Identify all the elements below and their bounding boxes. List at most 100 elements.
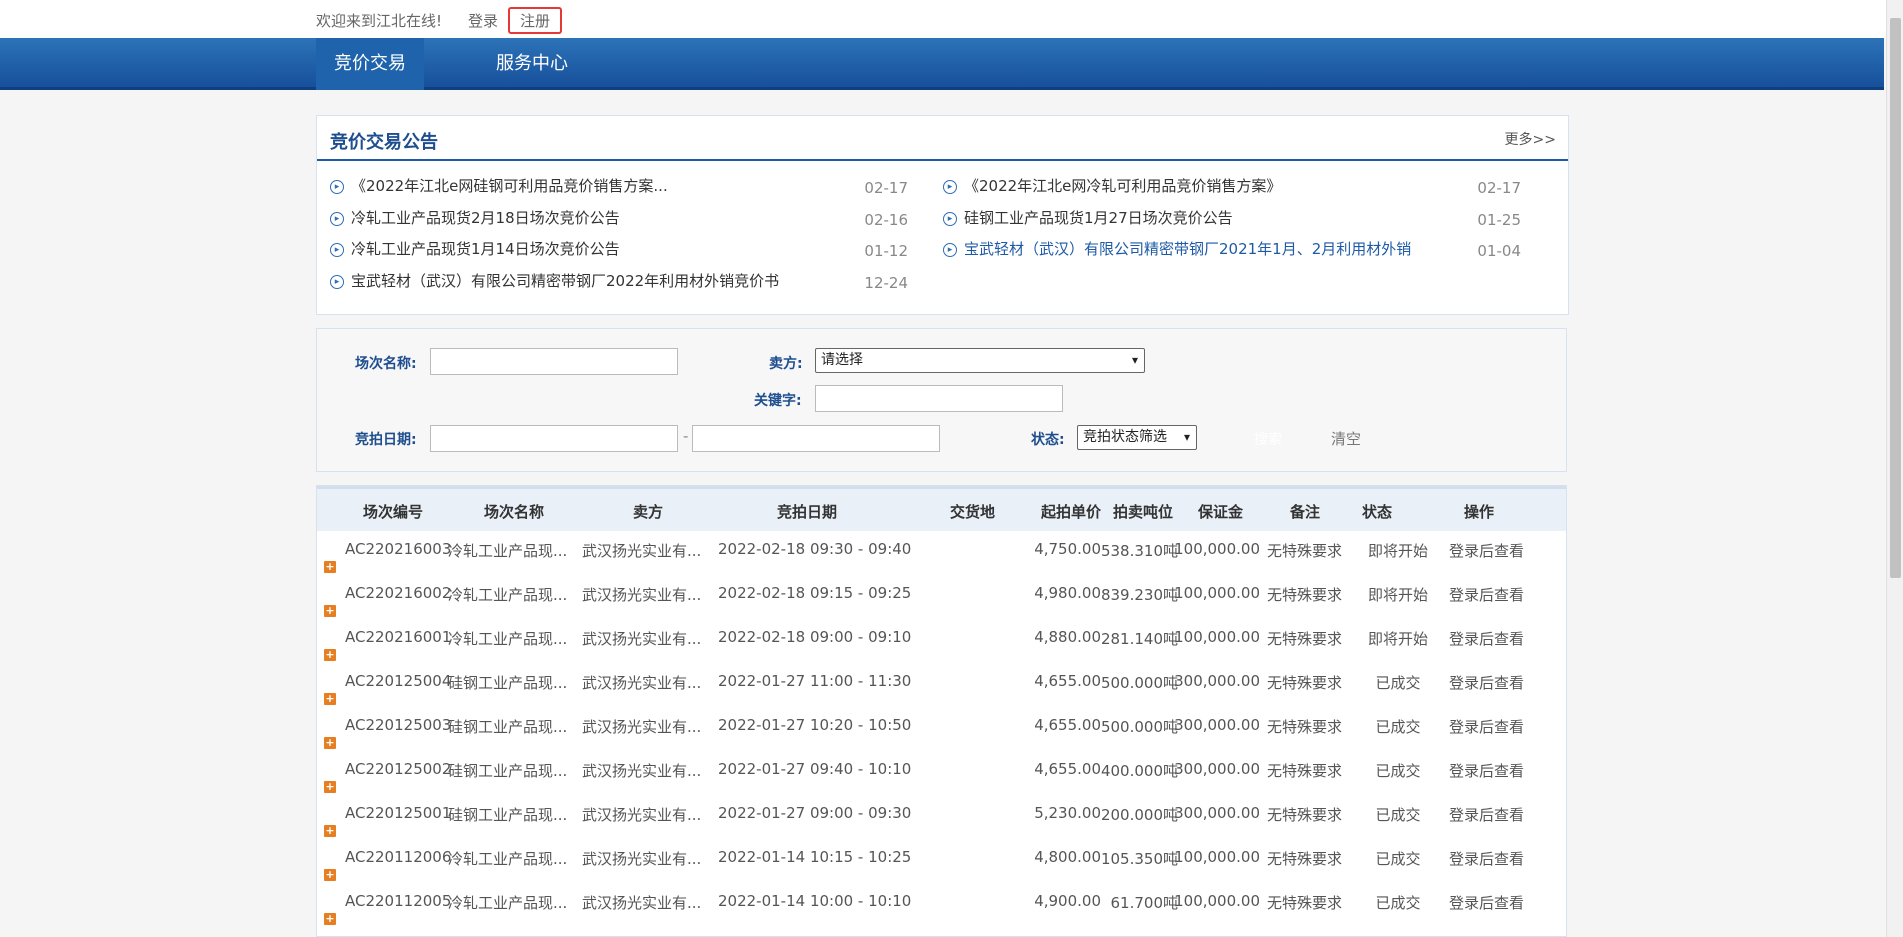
- expand-icon[interactable]: +: [324, 649, 336, 661]
- cell-action[interactable]: 登录后查看: [1449, 892, 1524, 913]
- date-label: 竞拍日期:: [355, 432, 417, 448]
- cell-action[interactable]: 登录后查看: [1449, 672, 1524, 693]
- cell-action[interactable]: 登录后查看: [1449, 848, 1524, 869]
- clear-button[interactable]: 清空: [1331, 428, 1361, 449]
- cell-auction-date: 2022-02-18 09:30 - 09:40: [718, 540, 912, 558]
- announcement-item[interactable]: ▸ 《2022年江北e网硅钢可利用品竞价销售方案... 02-17: [330, 173, 920, 205]
- announcement-item[interactable]: ▸ 宝武轻材（武汉）有限公司精密带钢厂2021年1月、2月利用材外销 01-04: [943, 236, 1533, 268]
- welcome-text: 欢迎来到江北在线!: [316, 11, 443, 30]
- seller-select[interactable]: 请选择 ▾: [815, 348, 1145, 373]
- announcement-link[interactable]: 冷轧工业产品现货1月14日场次竞价公告: [351, 238, 620, 259]
- cell-deposit: 300,000.00: [1174, 760, 1260, 778]
- announcement-link[interactable]: 宝武轻材（武汉）有限公司精密带钢厂2022年利用材外销竞价书: [351, 270, 779, 291]
- top-bar: 欢迎来到江北在线! 登录 注册: [0, 0, 1903, 38]
- announcement-link[interactable]: 冷轧工业产品现货2月18日场次竞价公告: [351, 207, 620, 228]
- announcement-link[interactable]: 《2022年江北e网硅钢可利用品竞价销售方案...: [351, 175, 668, 196]
- expand-icon[interactable]: +: [324, 693, 336, 705]
- expand-icon[interactable]: +: [324, 913, 336, 925]
- date-start-input[interactable]: [430, 425, 678, 452]
- announcement-date: 01-04: [1477, 242, 1521, 260]
- cell-action[interactable]: 登录后查看: [1449, 804, 1524, 825]
- date-end-input[interactable]: [692, 425, 940, 452]
- vertical-scrollbar[interactable]: [1886, 0, 1903, 937]
- search-panel: 场次名称: 卖方: 请选择 ▾ 关键字: 竞拍日期: - 状态: 竞拍状态筛选 …: [316, 328, 1567, 472]
- cell-session-name: 硅钢工业产品现...: [448, 806, 568, 824]
- tab-service-center[interactable]: 服务中心: [480, 38, 584, 90]
- expand-icon[interactable]: +: [324, 737, 336, 749]
- cell-session-name: 冷轧工业产品现...: [448, 542, 568, 560]
- table-header: 场次编号 场次名称 卖方 竞拍日期 交货地 起拍单价 拍卖吨位 保证金 备注 状态 操作: [317, 486, 1566, 531]
- cell-tonnage: 500.000吨: [1100, 718, 1178, 736]
- cell-status: 已成交: [1375, 806, 1421, 824]
- cell-session-id: AC220112005: [345, 892, 452, 910]
- announcement-item[interactable]: ▸ 宝武轻材（武汉）有限公司精密带钢厂2022年利用材外销竞价书 12-24: [330, 268, 920, 300]
- cell-deposit: 300,000.00: [1174, 804, 1260, 822]
- table-row: + AC220112005 冷轧工业产品现... 武汉扬光实业有... 2022-01-…: [317, 883, 1566, 927]
- cell-action[interactable]: 登录后查看: [1449, 760, 1524, 781]
- cell-seller: 武汉扬光实业有...: [582, 894, 702, 912]
- cell-status: 已成交: [1375, 850, 1421, 868]
- cell-status: 已成交: [1375, 718, 1421, 736]
- table-row: + AC220125001 硅钢工业产品现... 武汉扬光实业有... 2022-01-…: [317, 795, 1566, 839]
- more-link[interactable]: 更多>>: [1505, 129, 1556, 149]
- cell-remark: 无特殊要求: [1267, 586, 1343, 604]
- auction-table: 场次编号 场次名称 卖方 竞拍日期 交货地 起拍单价 拍卖吨位 保证金 备注 状态 操作 + AC22…: [316, 485, 1567, 937]
- cell-auction-date: 2022-02-18 09:15 - 09:25: [718, 584, 912, 602]
- search-button[interactable]: 搜索: [1254, 429, 1282, 449]
- session-name-input[interactable]: [430, 348, 678, 375]
- expand-icon[interactable]: +: [324, 825, 336, 837]
- seller-select-value: 请选择: [821, 352, 863, 368]
- cell-remark: 无特殊要求: [1267, 542, 1343, 560]
- cell-auction-date: 2022-01-27 09:40 - 10:10: [718, 760, 912, 778]
- cell-session-name: 冷轧工业产品现...: [448, 894, 568, 912]
- announcement-item[interactable]: ▸ 硅钢工业产品现货1月27日场次竞价公告 01-25: [943, 205, 1533, 237]
- expand-icon[interactable]: +: [324, 561, 336, 573]
- chevron-down-icon: ▾: [1183, 430, 1190, 444]
- cell-action[interactable]: 登录后查看: [1449, 584, 1524, 605]
- login-link[interactable]: 登录: [468, 10, 498, 31]
- expand-icon[interactable]: +: [324, 781, 336, 793]
- th-delivery: 交货地: [950, 503, 996, 521]
- cell-session-id: AC220216002: [345, 584, 452, 602]
- announcement-link[interactable]: 《2022年江北e网冷轧可利用品竞价销售方案》: [964, 175, 1281, 196]
- main-nav: 竞价交易 服务中心: [0, 38, 1884, 90]
- announcement-link[interactable]: 硅钢工业产品现货1月27日场次竞价公告: [964, 207, 1233, 228]
- cell-tonnage: 200.000吨: [1100, 806, 1178, 824]
- cell-tonnage: 61.700吨: [1110, 894, 1179, 912]
- cell-tonnage: 500.000吨: [1100, 674, 1178, 692]
- arrow-circle-icon: ▸: [330, 180, 344, 194]
- announcement-item[interactable]: ▸ 冷轧工业产品现货2月18日场次竞价公告 02-16: [330, 205, 920, 237]
- cell-remark: 无特殊要求: [1267, 894, 1343, 912]
- cell-auction-date: 2022-01-14 10:15 - 10:25: [718, 848, 912, 866]
- tab-bidding-trade[interactable]: 竞价交易: [316, 38, 424, 90]
- status-select-value: 竞拍状态筛选: [1083, 429, 1167, 445]
- announcement-item[interactable]: ▸ 冷轧工业产品现货1月14日场次竞价公告 01-12: [330, 236, 920, 268]
- arrow-circle-icon: ▸: [330, 243, 344, 257]
- cell-session-id: AC220125004: [345, 672, 452, 690]
- cell-seller: 武汉扬光实业有...: [582, 674, 702, 692]
- cell-action[interactable]: 登录后查看: [1449, 716, 1524, 737]
- cell-remark: 无特殊要求: [1267, 806, 1343, 824]
- cell-deposit: 100,000.00: [1174, 584, 1260, 602]
- announcement-item[interactable]: ▸ 《2022年江北e网冷轧可利用品竞价销售方案》 02-17: [943, 173, 1533, 205]
- cell-session-id: AC220125002: [345, 760, 452, 778]
- cell-start-price: 4,800.00: [1034, 848, 1101, 866]
- keyword-input[interactable]: [815, 385, 1063, 412]
- cell-status: 已成交: [1375, 762, 1421, 780]
- table-row: + AC220125003 硅钢工业产品现... 武汉扬光实业有... 2022-01-…: [317, 707, 1566, 751]
- cell-action[interactable]: 登录后查看: [1449, 540, 1524, 561]
- th-session-name: 场次名称: [484, 503, 545, 521]
- announcement-link[interactable]: 宝武轻材（武汉）有限公司精密带钢厂2021年1月、2月利用材外销: [964, 238, 1411, 259]
- status-select[interactable]: 竞拍状态筛选 ▾: [1077, 425, 1197, 450]
- cell-deposit: 100,000.00: [1174, 892, 1260, 910]
- cell-seller: 武汉扬光实业有...: [582, 806, 702, 824]
- th-start-price: 起拍单价: [1041, 503, 1102, 521]
- expand-icon[interactable]: +: [324, 869, 336, 881]
- scrollbar-thumb[interactable]: [1890, 18, 1901, 578]
- register-link[interactable]: 注册: [508, 6, 563, 34]
- table-row: + AC220125004 硅钢工业产品现... 武汉扬光实业有... 2022-01-…: [317, 663, 1566, 707]
- expand-icon[interactable]: +: [324, 605, 336, 617]
- announcement-list-right: ▸ 《2022年江北e网冷轧可利用品竞价销售方案》 02-17 ▸ 硅钢工业产品现货1月…: [943, 173, 1533, 268]
- cell-action[interactable]: 登录后查看: [1449, 628, 1524, 649]
- table-row: + AC220112006 冷轧工业产品现... 武汉扬光实业有... 2022-01-…: [317, 839, 1566, 883]
